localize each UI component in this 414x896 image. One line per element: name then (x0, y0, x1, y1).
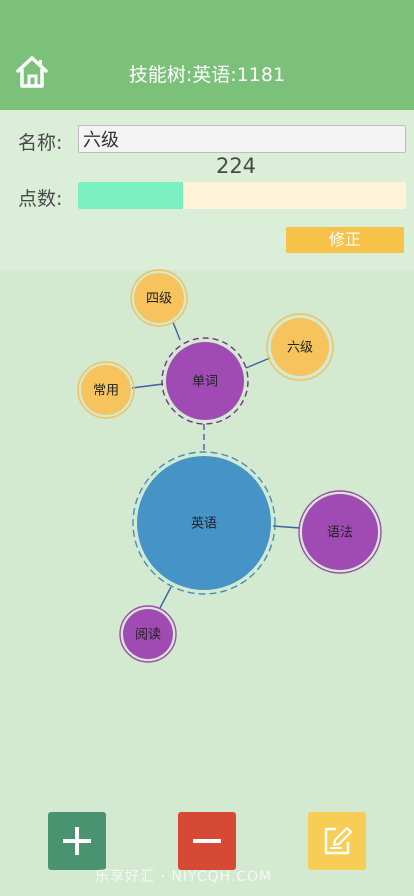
edge-vocab-level6 (245, 357, 271, 369)
node-level4[interactable]: 四级 (130, 269, 188, 327)
node-root-label: 英语 (191, 517, 217, 532)
edge-root-grammar (272, 525, 301, 529)
node-common[interactable]: 常用 (77, 361, 135, 419)
node-level6[interactable]: 六级 (266, 313, 334, 381)
node-reading-label: 阅读 (135, 628, 161, 643)
minus-icon (193, 839, 221, 843)
node-root[interactable]: 英语 (132, 451, 276, 595)
edge-vocab-common (131, 383, 164, 389)
node-level6-label: 六级 (287, 341, 313, 356)
node-grammar-label: 语法 (327, 526, 353, 541)
edit-icon (324, 826, 353, 855)
plus-icon (63, 827, 91, 855)
edge-root-reading (159, 586, 172, 609)
add-button[interactable] (48, 812, 106, 870)
remove-button[interactable] (178, 812, 236, 870)
node-reading[interactable]: 阅读 (119, 605, 177, 663)
watermark: 乐享好汇 · NIYCQH.COM (95, 869, 273, 885)
edge-vocab-level4 (172, 321, 181, 341)
node-grammar[interactable]: 语法 (298, 490, 382, 574)
skill-tree: 英语 单词 语法 阅读 四级 六级 常用 (77, 269, 382, 663)
node-vocab-label: 单词 (192, 375, 218, 390)
node-vocab[interactable]: 单词 (161, 337, 249, 425)
node-common-label: 常用 (93, 384, 119, 399)
edit-button[interactable] (308, 812, 366, 870)
node-level4-label: 四级 (146, 292, 172, 307)
